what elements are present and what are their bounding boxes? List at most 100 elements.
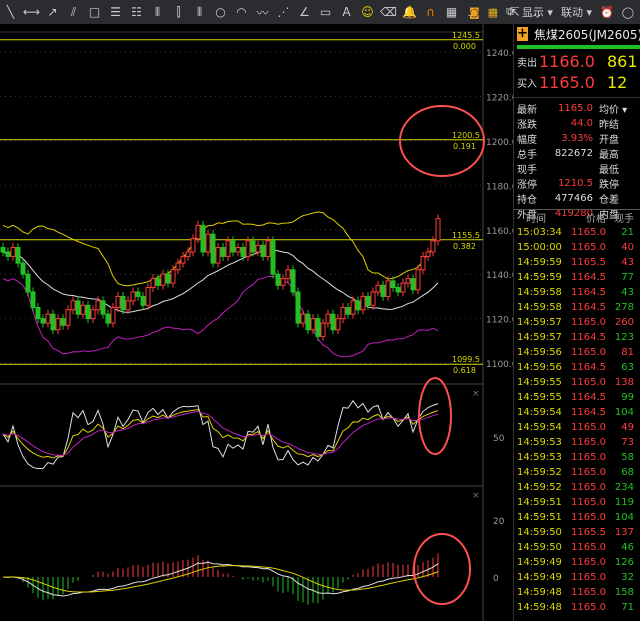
tick-qty: 43 xyxy=(621,257,634,268)
header-time: 时间 xyxy=(526,214,546,225)
info-label: 涨停 xyxy=(517,180,537,191)
vertical-lines-icon[interactable]: ⦀ xyxy=(147,5,168,20)
tick-price: 1165.0 xyxy=(571,497,606,508)
fib-price: 1245.5 xyxy=(452,31,480,40)
tick-price: 1165.0 xyxy=(571,377,606,388)
fib-box-2-icon[interactable]: ☷ xyxy=(126,5,147,19)
tick-qty: 278 xyxy=(614,302,634,313)
candle-down xyxy=(395,287,401,293)
tick-list[interactable]: 时间 价格 现手 15:03:34 1165.0 21 15:00:00 1165.0 40 1… xyxy=(514,209,640,615)
candle-down xyxy=(75,300,81,315)
ask-label: 卖出 xyxy=(517,58,537,69)
fan-icon[interactable]: ⋰ xyxy=(273,5,294,19)
tick-time: 14:59:53 xyxy=(517,452,562,463)
tick-qty: 104 xyxy=(614,407,634,418)
tick-row: 14:59:51 1165.0 119 xyxy=(514,495,640,510)
candle-down xyxy=(85,304,91,320)
candle-up xyxy=(225,240,231,257)
candle-up xyxy=(430,240,436,253)
tick-time: 14:59:58 xyxy=(517,287,562,298)
calendar-icon[interactable]: ▦ xyxy=(488,6,498,19)
candle-up xyxy=(300,313,306,324)
tick-row: 15:03:34 1165.0 21 xyxy=(514,225,640,240)
fib-ratio: 0.000 xyxy=(453,42,476,51)
tick-qty: 43 xyxy=(621,287,634,298)
candle-up xyxy=(350,300,356,315)
line-tool-icon[interactable]: ╲ xyxy=(0,5,21,19)
alert-bell-icon[interactable]: 🔔 xyxy=(399,5,420,19)
candle-down xyxy=(30,291,36,309)
info-row: 最新 1165.0 均价 ▾ xyxy=(514,101,640,116)
candle-up xyxy=(10,247,16,257)
tick-time: 14:59:51 xyxy=(517,512,562,523)
tick-row: 14:59:59 1165.5 43 xyxy=(514,255,640,270)
emoji-icon[interactable]: ☺ xyxy=(357,5,378,19)
rectangle-icon[interactable]: □ xyxy=(84,5,105,19)
kline-chart[interactable]: 1240.0 1220.0 1200.0 1180.0 1160.0 1140.0 1120… xyxy=(0,24,513,621)
candle-up xyxy=(335,318,341,331)
layout-icon[interactable]: ⧉ xyxy=(506,5,514,19)
candle-up xyxy=(150,278,156,289)
tick-price: 1165.0 xyxy=(571,317,606,328)
candle-up xyxy=(205,233,211,253)
info-label-2: 开盘 xyxy=(599,135,619,146)
ruler-icon[interactable]: ▭ xyxy=(315,5,336,19)
link-menu[interactable]: 联动 ▾ xyxy=(561,4,592,20)
tick-row: 14:59:57 1164.5 123 xyxy=(514,330,640,345)
candle-up xyxy=(245,240,251,257)
candle-up xyxy=(370,291,376,306)
candle-up xyxy=(405,278,411,284)
info-row: 持仓 477466 仓差 xyxy=(514,191,640,206)
candle-down xyxy=(200,224,206,253)
tick-price: 1164.5 xyxy=(571,287,606,298)
tick-time: 14:59:50 xyxy=(517,542,562,553)
tick-qty: 119 xyxy=(614,497,634,508)
time-lines-icon[interactable]: ⦀ xyxy=(189,5,210,20)
tick-qty: 138 xyxy=(614,377,634,388)
candle-down xyxy=(305,313,311,331)
display-menu[interactable]: 显示 ▾ xyxy=(522,4,553,20)
bid-volume: 12 xyxy=(607,73,628,92)
add-icon[interactable]: + xyxy=(517,27,528,41)
arrow-line-icon[interactable]: ↗ xyxy=(42,5,63,19)
tick-row: 14:59:53 1165.0 73 xyxy=(514,435,640,450)
arc-icon[interactable]: ◠ xyxy=(231,5,252,19)
info-row: 总手 822672 最高 xyxy=(514,146,640,161)
candle-down xyxy=(250,240,256,253)
info-row: 涨停 1210.5 跌停 xyxy=(514,176,640,191)
tick-qty: 73 xyxy=(621,437,634,448)
wave-icon[interactable]: 〰 xyxy=(252,4,273,21)
parallel-line-icon[interactable]: ⫽ xyxy=(63,5,84,20)
tick-time: 15:03:34 xyxy=(517,227,562,238)
annotation-circle xyxy=(413,533,471,605)
info-label: 总手 xyxy=(517,150,537,161)
candle-down xyxy=(390,280,396,289)
fib-box-icon[interactable]: ☰ xyxy=(105,5,126,19)
candle-down xyxy=(155,278,161,286)
magnet-icon[interactable]: ∩ xyxy=(420,5,441,19)
candle-down xyxy=(355,300,361,311)
tick-price: 1165.0 xyxy=(571,347,606,358)
tick-row: 14:59:55 1165.0 138 xyxy=(514,375,640,390)
camera-icon[interactable]: ◙ xyxy=(469,6,480,19)
tick-price: 1165.0 xyxy=(571,602,606,613)
tick-time: 14:59:52 xyxy=(517,482,562,493)
candle-down xyxy=(230,240,236,253)
grid-tool-icon[interactable]: ▦ xyxy=(441,5,462,19)
tick-time: 14:59:54 xyxy=(517,407,562,418)
eraser-icon[interactable]: ⌫ xyxy=(378,5,399,19)
chat-icon[interactable]: ◯ xyxy=(622,6,634,19)
candle-down xyxy=(60,318,66,326)
price-tick: 1160.0 xyxy=(486,227,513,237)
alarm-clock-icon[interactable]: ⏰ xyxy=(600,6,614,19)
angle-icon[interactable]: ∠ xyxy=(294,5,315,19)
candle-down xyxy=(15,247,21,264)
circle-icon[interactable]: ○ xyxy=(210,5,231,19)
fib-lines-icon[interactable]: ⫿ xyxy=(168,5,189,20)
text-icon[interactable]: A xyxy=(336,5,357,19)
horizontal-line-icon[interactable]: ⟷ xyxy=(21,5,42,19)
tick-qty: 77 xyxy=(621,272,634,283)
info-value: 822672 xyxy=(554,148,593,159)
candle-up xyxy=(180,255,186,264)
tick-qty: 123 xyxy=(614,332,634,343)
